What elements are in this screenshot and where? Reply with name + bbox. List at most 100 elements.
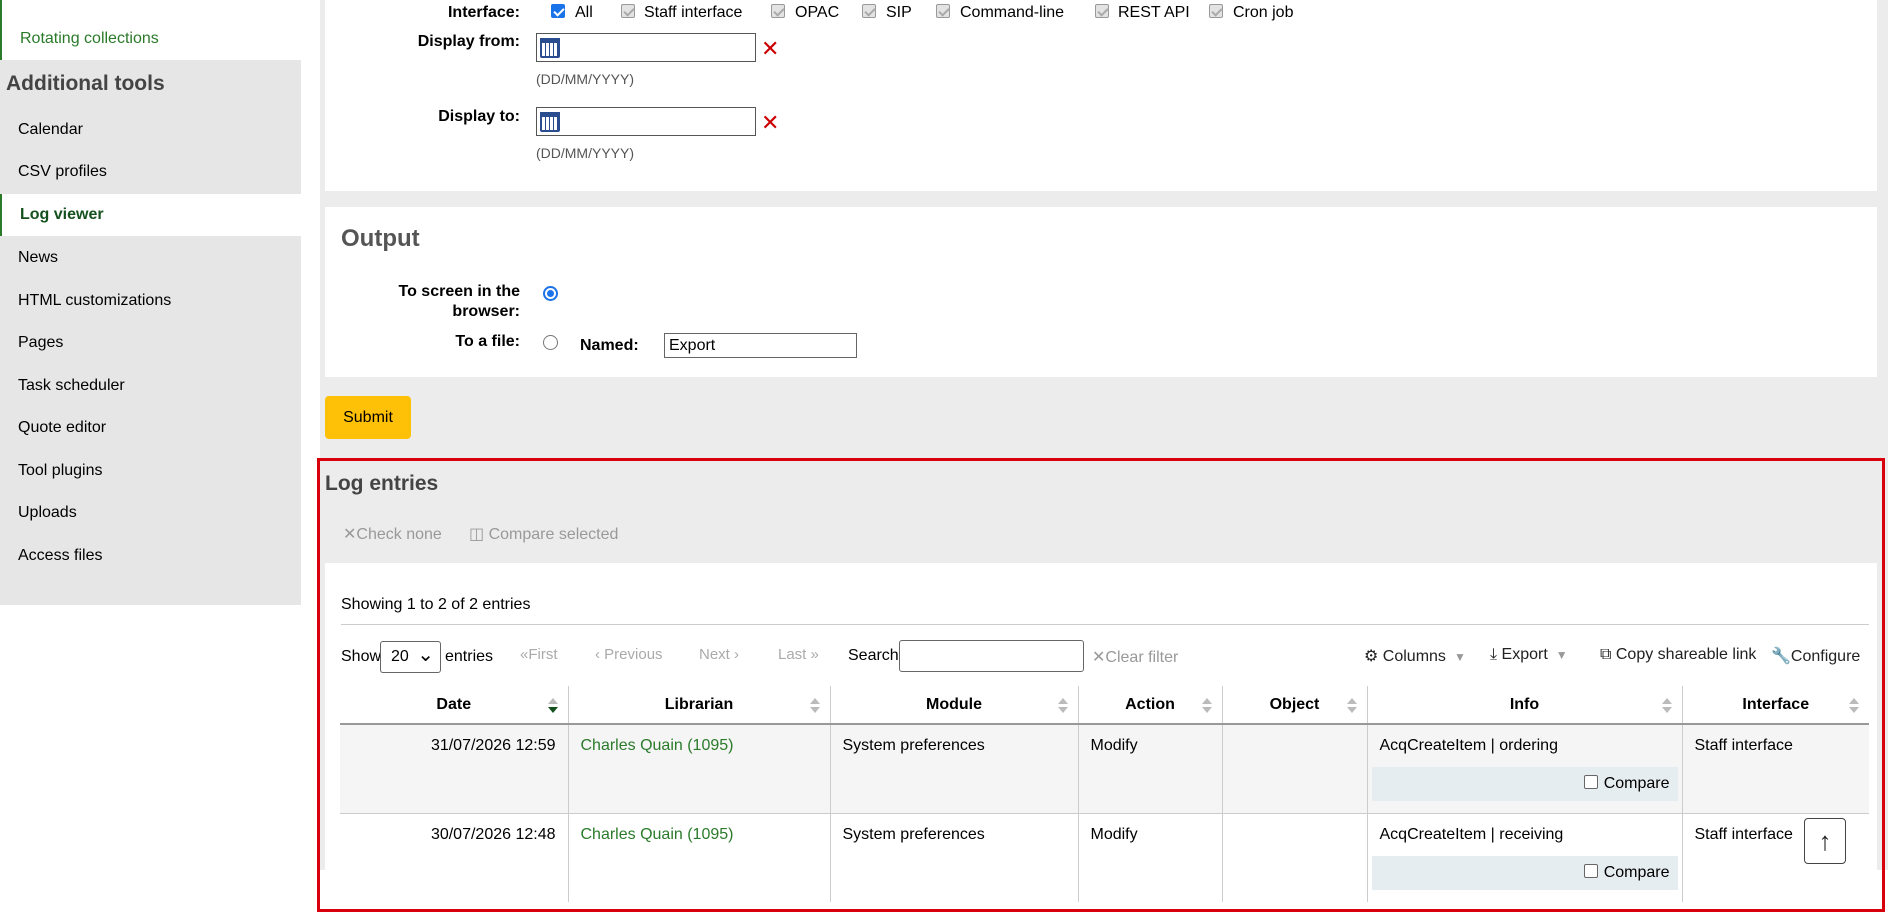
- clear-date-to-icon[interactable]: ✕: [761, 112, 779, 134]
- caret-down-icon: ▼: [1555, 648, 1568, 662]
- arrow-up-icon: ↑: [1818, 826, 1832, 856]
- column-header-action-label: Action: [1125, 695, 1175, 713]
- sidebar-item-log-viewer[interactable]: Log viewer: [0, 194, 301, 236]
- search-label: Search:: [848, 647, 904, 664]
- sidebar-item-rotating-collections[interactable]: Rotating collections: [0, 18, 301, 60]
- pager-next[interactable]: Next ›: [699, 646, 739, 663]
- sidebar-item-pages[interactable]: Pages: [0, 322, 301, 364]
- table-row: 30/07/2026 12:48 Charles Quain (1095) Sy…: [340, 813, 1869, 902]
- sidebar-item-truncated[interactable]: [0, 0, 301, 18]
- column-header-interface[interactable]: Interface: [1681, 686, 1869, 725]
- configure-button[interactable]: 🔧Configure: [1771, 646, 1860, 666]
- column-header-object[interactable]: Object: [1221, 686, 1367, 725]
- column-header-module-label: Module: [926, 695, 982, 713]
- download-icon: ⤓: [1490, 646, 1502, 663]
- pager-next-label: Next: [699, 646, 730, 663]
- cell-librarian: Charles Quain (1095): [567, 724, 830, 814]
- sidebar-item-csv-profiles[interactable]: CSV profiles: [0, 151, 301, 193]
- copy-icon: ⧉: [1600, 646, 1616, 663]
- compare-control: Compare: [1371, 856, 1678, 890]
- gear-icon: ⚙: [1364, 648, 1383, 665]
- log-table: Date Librarian Module Action Object Info…: [340, 686, 1869, 902]
- sort-icon: [809, 698, 820, 714]
- cell-librarian: Charles Quain (1095): [567, 813, 830, 902]
- librarian-link[interactable]: Charles Quain (1095): [581, 826, 734, 843]
- page-size-select[interactable]: 20: [380, 641, 441, 673]
- sidebar-item-task-scheduler[interactable]: Task scheduler: [0, 365, 301, 407]
- wrench-icon: 🔧: [1771, 648, 1791, 665]
- sort-icon: [1201, 698, 1212, 714]
- column-header-info-label: Info: [1509, 695, 1540, 713]
- cell-action: Modify: [1077, 813, 1222, 902]
- to-file-label: To a file:: [455, 333, 520, 350]
- sidebar-item-tool-plugins[interactable]: Tool plugins: [0, 450, 301, 492]
- sidebar-item-uploads[interactable]: Uploads: [0, 492, 301, 534]
- columns-label: Columns: [1382, 648, 1446, 665]
- sidebar-section-heading: Additional tools: [6, 72, 165, 95]
- column-header-action[interactable]: Action: [1077, 686, 1222, 725]
- copy-shareable-link-label: Copy shareable link: [1615, 646, 1757, 663]
- interface-rest-checkbox[interactable]: [1095, 4, 1109, 18]
- column-header-librarian[interactable]: Librarian: [567, 686, 830, 725]
- compare-control: Compare: [1371, 767, 1678, 801]
- calendar-icon[interactable]: [540, 112, 560, 132]
- column-header-info[interactable]: Info: [1366, 686, 1682, 725]
- interface-cron-checkbox[interactable]: [1209, 4, 1223, 18]
- clear-filter-button[interactable]: ✕Clear filter: [1092, 647, 1178, 667]
- column-header-date[interactable]: Date: [340, 686, 568, 725]
- date-from-format-hint: (DD/MM/YYYY): [536, 71, 634, 87]
- copy-shareable-link-button[interactable]: ⧉ Copy shareable link: [1600, 646, 1756, 664]
- cell-object: [1221, 813, 1367, 902]
- sidebar-item-news[interactable]: News: [0, 237, 301, 279]
- interface-all-label: All: [575, 4, 593, 21]
- compare-selected-link[interactable]: ◫ Compare selected: [469, 524, 618, 544]
- search-input[interactable]: [899, 640, 1084, 672]
- submit-button[interactable]: Submit: [325, 396, 411, 439]
- scroll-to-top-button[interactable]: ↑: [1804, 818, 1846, 864]
- to-screen-label-line-1: To screen in the: [398, 283, 520, 300]
- interface-staff-checkbox[interactable]: [621, 4, 635, 18]
- to-screen-radio[interactable]: [543, 286, 558, 301]
- column-header-interface-label: Interface: [1742, 695, 1810, 713]
- pager-last[interactable]: Last »: [778, 646, 819, 663]
- interface-all-checkbox[interactable]: [551, 4, 565, 18]
- table-info: Showing 1 to 2 of 2 entries: [341, 596, 531, 613]
- interface-cron-label: Cron job: [1233, 4, 1294, 21]
- export-button[interactable]: ⤓ Export ▼: [1490, 646, 1568, 664]
- pager-first[interactable]: «First: [520, 646, 558, 663]
- show-label: Show: [341, 648, 382, 665]
- column-header-module[interactable]: Module: [829, 686, 1078, 725]
- column-header-object-label: Object: [1269, 695, 1320, 713]
- clear-filter-label: Clear filter: [1105, 649, 1179, 666]
- librarian-link[interactable]: Charles Quain (1095): [581, 737, 734, 754]
- info-text: AcqCreateItem | ordering: [1379, 737, 1558, 754]
- sidebar-item-quote-editor[interactable]: Quote editor: [0, 407, 301, 449]
- cell-action: Modify: [1077, 724, 1222, 814]
- sidebar-item-html-customizations[interactable]: HTML customizations: [0, 280, 301, 322]
- entries-label: entries: [445, 648, 494, 665]
- sidebar-item-calendar[interactable]: Calendar: [0, 109, 301, 151]
- interface-cli-checkbox[interactable]: [936, 4, 950, 18]
- display-to-label: Display to:: [438, 108, 520, 125]
- caret-down-icon: ▼: [1453, 650, 1466, 664]
- pager-previous[interactable]: ‹ Previous: [595, 646, 663, 663]
- calendar-icon[interactable]: [540, 38, 560, 58]
- clear-date-from-icon[interactable]: ✕: [761, 38, 779, 60]
- compare-checkbox[interactable]: [1583, 775, 1598, 789]
- columns-button[interactable]: ⚙ Columns ▼: [1364, 646, 1466, 666]
- interface-opac-checkbox[interactable]: [771, 4, 785, 18]
- pager-last-label: Last: [778, 646, 807, 663]
- sidebar-item-access-files[interactable]: Access files: [0, 535, 301, 577]
- to-file-radio[interactable]: [543, 335, 558, 350]
- sort-icon: [1346, 698, 1357, 714]
- display-to-input[interactable]: [536, 107, 756, 136]
- export-filename-input[interactable]: [664, 333, 857, 358]
- page-bottom-blank: [0, 870, 320, 914]
- cell-date: 31/07/2026 12:59: [340, 724, 568, 814]
- interface-sip-checkbox[interactable]: [862, 4, 876, 18]
- cell-module: System preferences: [829, 724, 1078, 814]
- check-none-link[interactable]: ✕Check none: [343, 524, 442, 544]
- output-title: Output: [341, 225, 420, 252]
- compare-checkbox[interactable]: [1583, 864, 1598, 878]
- display-from-input[interactable]: [536, 33, 756, 62]
